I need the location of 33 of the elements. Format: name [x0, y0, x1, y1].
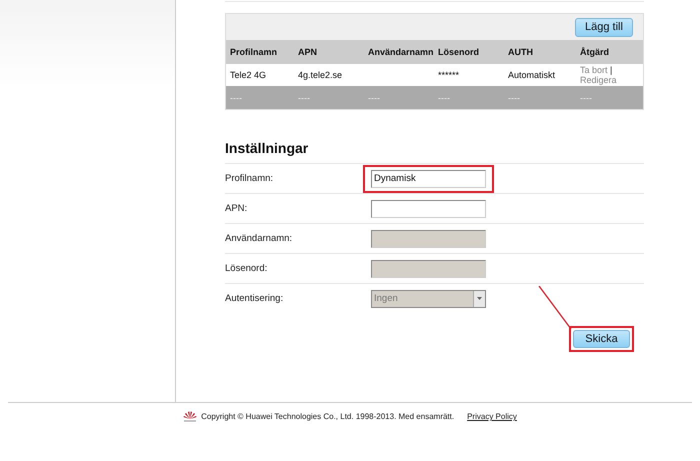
section-title: Inställningar [225, 140, 310, 157]
add-button[interactable]: Lägg till [575, 18, 633, 36]
field-label: APN: [225, 203, 248, 214]
column-header: Användarnamn [368, 47, 435, 57]
caret-icon [477, 297, 482, 300]
table-cell-text: ---- [298, 92, 311, 102]
privacy-policy-link[interactable]: Privacy Policy [467, 412, 517, 421]
table-cell-text: ---- [438, 92, 451, 102]
column-header: Lösenord [438, 47, 480, 57]
field-label: Profilnamn: [225, 173, 274, 184]
table-cell-text: ---- [368, 92, 381, 102]
table-cell-text: ---- [508, 92, 521, 102]
column-header: APN [298, 47, 318, 57]
input-field[interactable]: Dynamisk [371, 170, 486, 188]
field-label: Autentisering: [225, 293, 284, 304]
copyright-text: Copyright © Huawei Technologies Co., Ltd. 1998-2013. Med ensamrätt. [201, 412, 454, 421]
table-cell-text: ****** [438, 70, 460, 80]
table-cell-text: Tele2 4G [230, 70, 268, 80]
field-label: Lösenord: [225, 263, 268, 274]
table-cell-text: Automatiskt [508, 70, 556, 80]
separator-text: | [609, 65, 612, 75]
table-cell-text: ---- [230, 92, 243, 102]
column-header: Åtgärd [580, 47, 610, 57]
field-label: Användarnamn: [225, 233, 294, 244]
edit-link[interactable]: Redigera [580, 75, 617, 85]
column-header: AUTH [508, 47, 534, 57]
logo-icon [183, 411, 198, 422]
table-cell-text: 4g.tele2.se [298, 70, 344, 80]
table-cell-text: ---- [580, 92, 593, 102]
delete-link[interactable]: Ta bort [580, 65, 608, 75]
input-field[interactable] [371, 200, 486, 218]
column-header: Profilnamn [230, 47, 278, 57]
submit-button[interactable]: Skicka [573, 330, 630, 348]
